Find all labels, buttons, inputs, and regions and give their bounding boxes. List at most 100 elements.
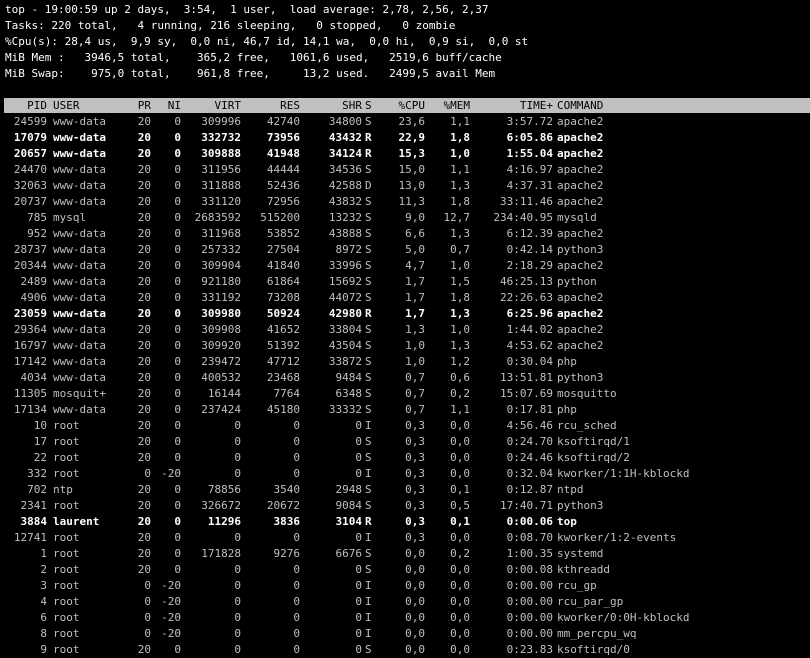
process-command: apache2: [557, 131, 604, 144]
process-time: 1:55.04: [506, 147, 553, 160]
column-mem: %MEM: [443, 99, 471, 112]
process-user: www-data: [53, 291, 106, 304]
process-pid: 29364: [13, 323, 47, 336]
process-cpu: 1,3: [405, 323, 425, 336]
process-cpu: 5,0: [405, 243, 425, 256]
process-user: root: [53, 579, 80, 592]
process-row: 2489 www-data 20 0 921180 61864 15692 S 1,7 1,5 46…: [4, 274, 810, 290]
process-command: apache2: [557, 259, 604, 272]
process-time: 1:44.02: [506, 323, 553, 336]
column-virt: VIRT: [214, 99, 242, 112]
process-command: python3: [557, 243, 604, 256]
process-virt: 78856: [207, 483, 241, 496]
process-shr: 8972: [335, 243, 363, 256]
process-virt: 311956: [201, 163, 241, 176]
process-time: 4:53.62: [506, 339, 553, 352]
column-res: RES: [280, 99, 300, 112]
process-state: S: [365, 275, 372, 288]
process-res: 0: [293, 611, 300, 624]
process-user: www-data: [53, 163, 106, 176]
process-virt: 0: [234, 531, 241, 544]
process-mem: 0,0: [450, 435, 470, 448]
process-priority: 0: [144, 579, 151, 592]
process-cpu: 1,7: [405, 291, 425, 304]
process-cpu: 1,0: [405, 355, 425, 368]
process-user: root: [53, 547, 80, 560]
process-cpu: 11,3: [398, 195, 426, 208]
process-virt: 257332: [201, 243, 241, 256]
process-mem: 1,2: [450, 355, 470, 368]
process-state: I: [365, 531, 372, 544]
process-row: 785 mysql 20 0 2683592 515200 13232 S 9,0 12,7 234…: [4, 210, 810, 226]
process-res: 0: [293, 643, 300, 656]
process-row: 20657 www-data 20 0 309888 41948 34124 R 15,3 1,0…: [4, 146, 810, 162]
process-pid: 3: [40, 579, 47, 592]
process-nice: 0: [174, 211, 181, 224]
process-res: 51392: [266, 339, 300, 352]
process-time: 6:25.96: [506, 307, 553, 320]
process-nice: 0: [174, 147, 181, 160]
process-virt: 239472: [201, 355, 241, 368]
process-nice: 0: [174, 499, 181, 512]
process-state: S: [365, 211, 372, 224]
process-cpu: 1,7: [405, 275, 425, 288]
process-shr: 0: [355, 611, 362, 624]
process-priority: 20: [137, 307, 151, 320]
process-priority: 20: [137, 115, 151, 128]
process-mem: 1,1: [450, 163, 470, 176]
process-mem: 1,3: [450, 307, 470, 320]
process-priority: 20: [137, 563, 151, 576]
process-time: 0:17.81: [506, 403, 553, 416]
process-cpu: 0,3: [405, 451, 425, 464]
process-priority: 20: [137, 371, 151, 384]
process-time: 46:25.13: [500, 275, 553, 288]
process-user: www-data: [53, 403, 106, 416]
process-command: kworker/1:2-events: [557, 531, 677, 544]
process-virt: 921180: [201, 275, 241, 288]
process-command: kworker/0:0H-kblockd: [557, 611, 690, 624]
process-pid: 20657: [13, 147, 47, 160]
process-cpu: 0,7: [405, 387, 425, 400]
process-state: S: [365, 499, 372, 512]
process-priority: 20: [137, 179, 151, 192]
process-pid: 11305: [13, 387, 47, 400]
process-res: 0: [293, 419, 300, 432]
process-row: 12741 root 20 0 0 0 0 I 0,3 0,0 0:08.70 kworker/1:2…: [4, 530, 810, 546]
process-virt: 0: [234, 611, 241, 624]
process-shr: 33872: [328, 355, 362, 368]
process-state: S: [365, 339, 372, 352]
process-time: 0:12.87: [506, 483, 553, 496]
process-user: www-data: [53, 259, 106, 272]
process-user: www-data: [53, 227, 106, 240]
process-command: apache2: [557, 179, 604, 192]
process-priority: 20: [137, 339, 151, 352]
process-pid: 17: [33, 435, 47, 448]
process-shr: 0: [355, 563, 362, 576]
process-mem: 1,3: [450, 227, 470, 240]
process-mem: 1,0: [450, 147, 470, 160]
process-command: apache2: [557, 115, 604, 128]
process-virt: 400532: [201, 371, 241, 384]
process-command: apache2: [557, 323, 604, 336]
process-priority: 20: [137, 435, 151, 448]
process-user: www-data: [53, 355, 106, 368]
process-command: apache2: [557, 307, 604, 320]
process-shr: 0: [355, 595, 362, 608]
process-command: apache2: [557, 291, 604, 304]
process-shr: 43504: [328, 339, 362, 352]
process-nice: 0: [174, 115, 181, 128]
process-shr: 0: [355, 435, 362, 448]
process-shr: 13232: [328, 211, 362, 224]
process-time: 0:32.04: [506, 467, 553, 480]
process-cpu: 9,0: [405, 211, 425, 224]
process-shr: 3104: [335, 515, 363, 528]
process-user: root: [53, 627, 80, 640]
process-cpu: 0,0: [405, 595, 425, 608]
terminal-window[interactable]: top - 19:00:59 up 2 days, 3:54, 1 user, …: [0, 0, 810, 658]
process-time: 0:23.83: [506, 643, 553, 656]
process-command: python3: [557, 499, 604, 512]
process-time: 4:37.31: [506, 179, 553, 192]
column-state: S: [365, 99, 372, 112]
process-priority: 20: [137, 195, 151, 208]
process-shr: 6348: [335, 387, 363, 400]
